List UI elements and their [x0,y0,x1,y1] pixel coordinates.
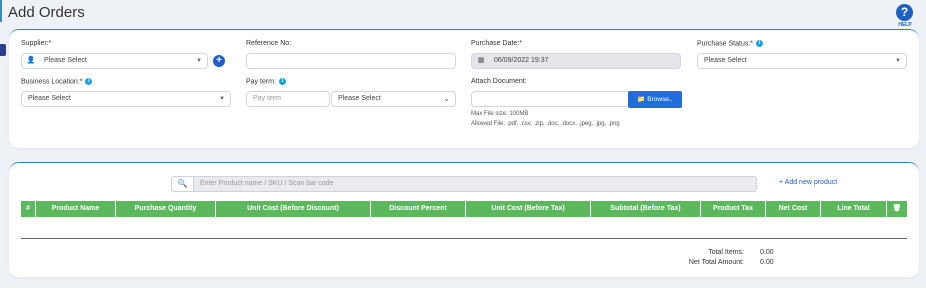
attach-document-label: Attach Document: [471,78,527,85]
help-label: HELP [898,22,912,28]
table-divider [21,238,907,239]
pay-term-unit-value: Please Select [338,95,381,102]
pay-term-placeholder: Pay term [253,95,282,102]
supplier-label: Supplier:* [21,40,52,47]
col-net-cost: Net Cost [766,201,821,217]
product-search[interactable]: 🔍 Enter Product name / SKU / Scan bar co… [171,176,757,192]
total-items-label: Total Items: [708,249,744,256]
col-discount-percent: Discount Percent [371,201,466,217]
order-details-box [9,29,919,148]
products-table-header: # Product Name Purchase Quantity Unit Co… [21,201,907,217]
search-icon: 🔍 [172,177,194,191]
info-icon: i [756,40,764,47]
add-new-product-link[interactable]: + Add new product [779,179,837,186]
business-location-select[interactable]: Please Select ▼ [21,91,231,107]
business-location-label: Business Location:* i [21,78,93,85]
net-total-label: Net Total Amount: [688,259,744,266]
col-index: # [21,201,36,217]
info-icon: i [278,78,286,85]
browse-label: Browse.. [647,96,673,103]
col-line-total: Line Total [821,201,887,217]
chevron-down-icon: ▼ [895,58,901,64]
purchase-status-value: Please Select [704,57,747,64]
sidebar-toggle-tab[interactable] [0,44,6,56]
purchase-date-input[interactable]: ▦ 06/09/2022 19:37 [471,53,681,69]
chevron-down-icon: ▼ [219,96,225,102]
purchase-status-select[interactable]: Please Select ▼ [697,53,907,69]
help-icon: ? [896,4,913,21]
purchase-status-label: Purchase Status:* i [697,40,764,47]
purchase-date-label: Purchase Date:* [471,40,522,47]
chevron-down-icon: ⌄ [443,94,450,103]
info-icon: i [85,78,93,85]
col-purchase-quantity: Purchase Quantity [116,201,216,217]
supplier-select[interactable]: 👤 Please Select ▼ [21,53,208,69]
calendar-icon: ▦ [477,57,485,64]
user-icon: 👤 [26,57,36,64]
add-supplier-button[interactable]: + [213,55,225,67]
browse-button[interactable]: 📁 Browse.. [628,91,682,108]
purchase-date-value: 06/09/2022 19:37 [494,57,549,64]
business-location-value: Please Select [28,95,71,102]
pay-term-unit-select[interactable]: Please Select ⌄ [331,91,456,107]
folder-icon: 📁 [637,96,646,103]
max-file-size-note: Max File size: 100MB [471,111,529,117]
supplier-value: Please Select [44,57,87,64]
allowed-files-note: Allowed File: .pdf, .csv, .zip, .doc, .d… [471,121,620,127]
product-search-placeholder: Enter Product name / SKU / Scan bar code [200,180,334,187]
col-unit-cost-before-tax: Unit Cost (Before Tax) [466,201,591,217]
total-items-value: 0.00 [760,249,774,256]
chevron-down-icon: ▼ [196,58,202,64]
help-button[interactable]: ? HELP [896,4,914,28]
trash-icon: 🗑 [892,205,902,212]
pay-term-label: Pay term: i [246,78,286,85]
col-subtotal-before-tax: Subtotal (Before Tax) [591,201,701,217]
left-edge-accent [0,0,2,22]
col-unit-cost-before-discount: Unit Cost (Before Discount) [216,201,371,217]
reference-no-input[interactable] [246,53,456,69]
col-product-name: Product Name [36,201,116,217]
col-product-tax: Product Tax [701,201,766,217]
net-total-value: 0.00 [760,259,774,266]
page-title: Add Orders [8,4,85,21]
reference-no-label: Reference No: [246,40,292,47]
attach-document-input[interactable] [471,91,629,107]
pay-term-input[interactable]: Pay term [246,91,330,107]
